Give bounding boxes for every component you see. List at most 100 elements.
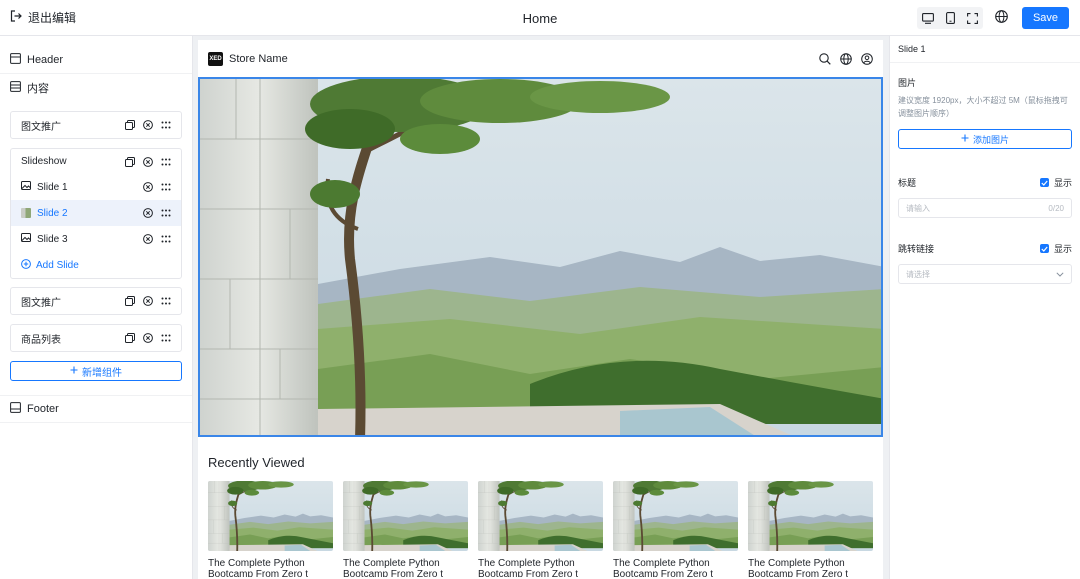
component-card[interactable]: 商品列表	[10, 324, 182, 352]
slide-label: Slide 2	[37, 207, 68, 219]
plus-circle-icon	[21, 258, 31, 272]
heading-input[interactable]: 0/20	[898, 198, 1072, 218]
section-content-label: 内容	[27, 82, 49, 95]
slide-item[interactable]: Slide 3	[11, 226, 181, 252]
drag-handle-icon[interactable]	[161, 208, 171, 218]
product-name: The Complete Python	[748, 558, 845, 569]
image-section-label: 图片	[898, 78, 917, 88]
image-hint: 建议宽度 1920px，大小不超过 5M（鼠标拖拽可调整图片顺序）	[898, 96, 1068, 118]
component-label: Slideshow	[21, 156, 67, 167]
top-bar: 退出编辑 Home Save	[0, 0, 1080, 36]
hide-icon[interactable]	[143, 156, 153, 167]
footer-layout-icon	[10, 402, 21, 416]
link-field-label: 跳转链接	[898, 244, 935, 254]
mobile-view-icon[interactable]	[940, 9, 960, 27]
hide-icon[interactable]	[143, 208, 153, 218]
image-icon	[21, 233, 31, 245]
heading-field-label: 标题	[898, 178, 917, 188]
hide-icon[interactable]	[143, 296, 153, 306]
user-icon[interactable]	[861, 52, 873, 65]
drag-handle-icon[interactable]	[161, 182, 171, 192]
add-image-label: 添加图片	[972, 134, 1009, 145]
section-footer[interactable]: Footer	[0, 395, 192, 423]
device-switcher	[917, 7, 983, 29]
link-show-label: 显示	[1053, 244, 1072, 254]
slideshow-card[interactable]: Slideshow Slide 1 Slide 2 Slide 3 Add Sl…	[10, 148, 182, 279]
product-subtitle: Bootcamp From Zero t	[208, 569, 309, 577]
left-sidebar: Header 内容 图文推广 Slideshow Slide 1 Slide 2…	[0, 36, 193, 579]
add-component-label: 新增组件	[82, 367, 122, 379]
component-card[interactable]: 图文推广	[10, 287, 182, 315]
search-icon[interactable]	[819, 52, 831, 65]
panel-title: Slide 1	[890, 36, 1080, 63]
section-content[interactable]: 内容	[0, 74, 192, 101]
product-thumbnail	[613, 481, 738, 551]
product-card[interactable]: The Complete Python Bootcamp From Zero t	[748, 481, 873, 577]
product-card[interactable]: The Complete Python Bootcamp From Zero t	[478, 481, 603, 577]
add-image-button[interactable]: 添加图片	[898, 129, 1072, 149]
add-slide-label: Add Slide	[36, 259, 79, 271]
drag-handle-icon[interactable]	[161, 333, 171, 343]
product-thumbnail	[478, 481, 603, 551]
slideshow-hero-image[interactable]	[198, 77, 883, 437]
hide-icon[interactable]	[143, 234, 153, 244]
copy-icon[interactable]	[125, 156, 135, 167]
hide-icon[interactable]	[143, 333, 153, 343]
heading-show-checkbox[interactable]: 显示	[1039, 176, 1072, 189]
globe-icon[interactable]	[840, 52, 852, 65]
product-subtitle: Bootcamp From Zero t	[613, 569, 714, 577]
product-thumbnail	[343, 481, 468, 551]
product-name: The Complete Python	[478, 558, 575, 569]
product-card[interactable]: The Complete Python Bootcamp From Zero t	[613, 481, 738, 577]
product-subtitle: Bootcamp From Zero t	[343, 569, 444, 577]
component-label: 图文推广	[21, 297, 61, 309]
preview-canvas: XED Store Name Recently Viewed The Compl…	[198, 40, 883, 579]
desktop-view-icon[interactable]	[918, 9, 938, 27]
settings-panel: Slide 1 图片 建议宽度 1920px，大小不超过 5M（鼠标拖拽可调整图…	[889, 36, 1080, 579]
store-header[interactable]: XED Store Name	[198, 40, 883, 77]
save-button[interactable]: Save	[1022, 7, 1069, 29]
component-label: 图文推广	[21, 121, 61, 133]
product-card[interactable]: The Complete Python Bootcamp From Zero t	[343, 481, 468, 577]
slide-thumbnail	[21, 208, 31, 218]
header-layout-icon	[10, 53, 21, 67]
plus-icon	[70, 366, 78, 377]
component-card[interactable]: 图文推广	[10, 111, 182, 139]
drag-handle-icon[interactable]	[161, 296, 171, 306]
fullscreen-icon[interactable]	[962, 9, 982, 27]
section-header[interactable]: Header	[0, 47, 192, 74]
recently-viewed-title: Recently Viewed	[208, 455, 305, 470]
checkbox-checked-icon	[1039, 178, 1049, 187]
hide-icon[interactable]	[143, 182, 153, 192]
product-subtitle: Bootcamp From Zero t	[748, 569, 849, 577]
hide-icon[interactable]	[143, 120, 153, 130]
drag-handle-icon[interactable]	[161, 120, 171, 130]
link-select[interactable]: 请选择	[898, 264, 1072, 284]
slide-label: Slide 1	[37, 181, 68, 193]
checkbox-checked-icon	[1039, 244, 1049, 253]
copy-icon[interactable]	[125, 120, 135, 130]
add-slide-button[interactable]: Add Slide	[11, 252, 181, 278]
recently-viewed-list: The Complete Python Bootcamp From Zero t…	[208, 481, 883, 577]
copy-icon[interactable]	[125, 296, 135, 306]
slide-label: Slide 3	[37, 233, 68, 245]
content-layout-icon	[10, 80, 21, 95]
slide-item-selected[interactable]: Slide 2	[11, 200, 181, 226]
product-thumbnail	[208, 481, 333, 551]
heading-text-field[interactable]	[906, 203, 1026, 213]
link-show-checkbox[interactable]: 显示	[1039, 242, 1072, 255]
section-header-label: Header	[27, 54, 64, 66]
language-globe-icon[interactable]	[995, 10, 1008, 26]
image-icon	[21, 181, 31, 193]
plus-icon	[961, 134, 969, 144]
product-card[interactable]: The Complete Python Bootcamp From Zero t	[208, 481, 333, 577]
copy-icon[interactable]	[125, 333, 135, 343]
add-component-button[interactable]: 新增组件	[10, 361, 182, 381]
drag-handle-icon[interactable]	[161, 157, 171, 167]
store-name: Store Name	[229, 52, 288, 65]
drag-handle-icon[interactable]	[161, 234, 171, 244]
link-select-placeholder: 请选择	[906, 269, 930, 279]
product-name: The Complete Python	[343, 558, 440, 569]
slide-item[interactable]: Slide 1	[11, 174, 181, 200]
chevron-down-icon	[1056, 270, 1064, 279]
